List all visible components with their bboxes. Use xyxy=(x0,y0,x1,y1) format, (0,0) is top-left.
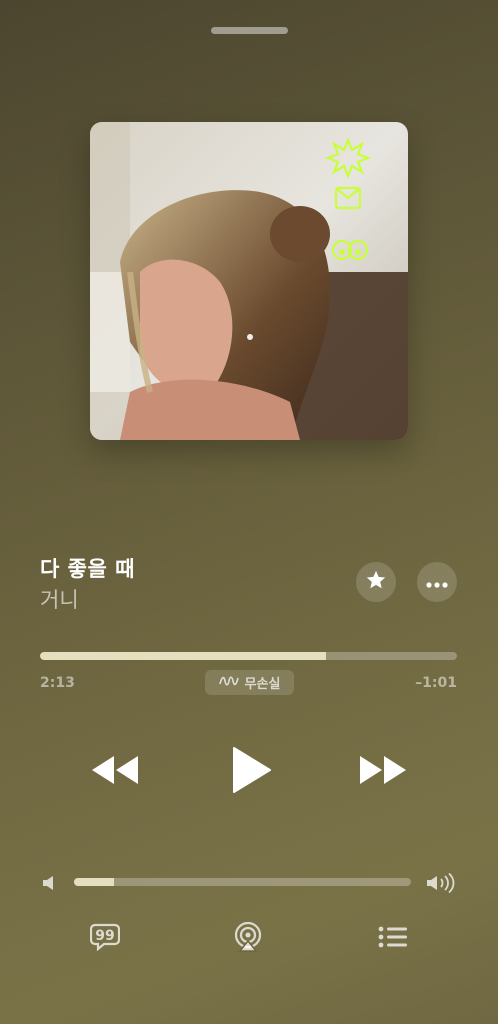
rewind-button[interactable] xyxy=(86,752,142,792)
volume-slider[interactable] xyxy=(74,878,411,886)
track-title: 다 좋을 때 xyxy=(40,557,135,581)
remaining-time: –1:01 xyxy=(415,675,457,691)
speaker-low-icon xyxy=(40,874,58,892)
volume-fill xyxy=(74,878,115,886)
more-options-button[interactable] xyxy=(417,562,457,602)
play-icon xyxy=(230,746,272,798)
airplay-icon xyxy=(233,921,263,956)
sheet-grabber[interactable] xyxy=(211,27,288,34)
fast-forward-icon xyxy=(358,754,410,790)
lossless-label: 무손실 xyxy=(244,677,281,692)
ellipsis-icon xyxy=(426,573,448,592)
speaker-high-icon xyxy=(426,872,456,894)
elapsed-time: 2:13 xyxy=(40,675,75,691)
lyrics-button[interactable]: 99 xyxy=(88,923,122,955)
airplay-button[interactable] xyxy=(231,921,265,956)
lyrics-icon: 99 xyxy=(89,923,121,955)
track-artist[interactable]: 거니 xyxy=(40,584,79,614)
play-button[interactable] xyxy=(226,746,276,798)
star-icon xyxy=(365,569,387,595)
lossless-badge[interactable]: 무손실 xyxy=(205,670,294,695)
rewind-icon xyxy=(88,754,140,790)
svg-text:99: 99 xyxy=(95,928,114,944)
queue-list-icon xyxy=(378,926,408,952)
fast-forward-button[interactable] xyxy=(356,752,412,792)
favorite-button[interactable] xyxy=(356,562,396,602)
album-artwork xyxy=(90,122,408,440)
queue-button[interactable] xyxy=(376,924,410,954)
playback-progress-fill xyxy=(40,652,327,660)
playback-progress-slider[interactable] xyxy=(40,652,457,660)
lossless-wave-icon xyxy=(218,675,239,691)
